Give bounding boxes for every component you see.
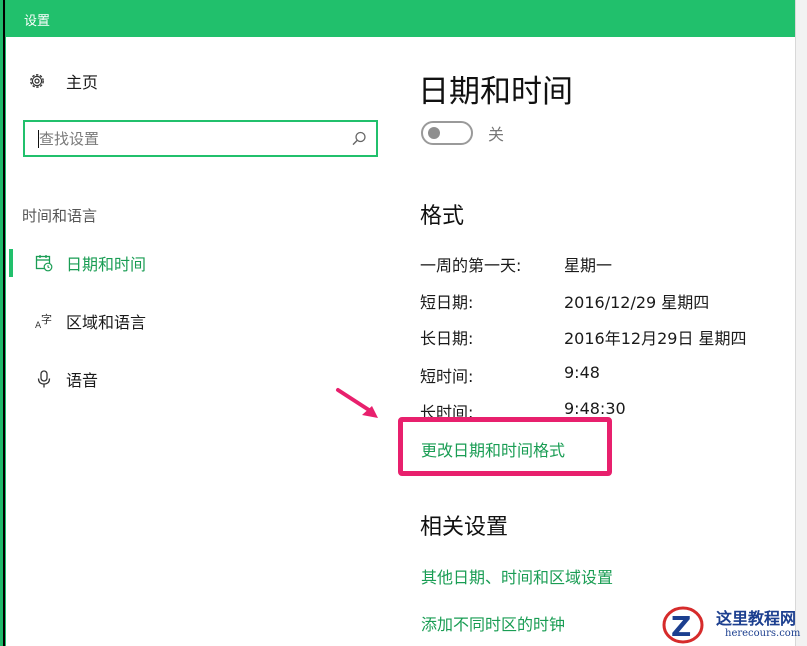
format-value: 2016/12/29 星期四 — [564, 293, 710, 312]
add-clocks-link[interactable]: 添加不同时区的时钟 — [421, 611, 565, 635]
toggle-knob — [428, 127, 440, 139]
watermark-text: 这里教程网 — [716, 609, 797, 628]
related-settings-heading: 相关设置 — [420, 515, 509, 540]
sidebar-item-region-language[interactable]: A 字 区域和语言 — [6, 306, 376, 336]
svg-text:Z: Z — [671, 610, 691, 643]
toggle-state-label: 关 — [488, 125, 505, 144]
sidebar-item-speech[interactable]: 语音 — [6, 364, 376, 394]
search-input[interactable] — [39, 129, 339, 149]
watermark-logo: Z — [662, 606, 704, 644]
format-value: 9:48:30 — [564, 399, 626, 418]
active-indicator — [9, 249, 13, 277]
other-date-time-region-settings-link[interactable]: 其他日期、时间和区域设置 — [421, 564, 613, 588]
window-right-edge — [795, 0, 807, 646]
format-key: 长日期: — [420, 329, 474, 348]
auto-time-toggle-row: 关 — [421, 121, 504, 145]
section-label-time-language: 时间和语言 — [22, 207, 98, 225]
format-value: 2016年12月29日 星期四 — [564, 329, 747, 348]
svg-text:字: 字 — [41, 312, 52, 326]
title-bar[interactable]: 设置 — [6, 0, 795, 37]
format-value: 星期一 — [564, 256, 613, 275]
sidebar-item-date-time[interactable]: 日期和时间 — [6, 248, 376, 278]
watermark-url: herecours.com — [725, 628, 801, 639]
format-value: 9:48 — [564, 363, 600, 382]
search-icon[interactable] — [350, 130, 368, 148]
gear-icon — [26, 70, 48, 92]
language-icon: A 字 — [32, 309, 56, 333]
format-key: 短日期: — [420, 293, 474, 312]
format-key: 短时间: — [420, 367, 474, 386]
page-title: 日期和时间 — [418, 74, 573, 110]
sidebar-item-label: 日期和时间 — [66, 255, 147, 274]
pointer-arrow — [336, 388, 378, 418]
settings-window: 设置 主页 时间和语言 — [0, 0, 807, 646]
change-date-time-format-link[interactable]: 更改日期和时间格式 — [421, 437, 565, 461]
calendar-clock-icon — [32, 251, 56, 275]
format-heading: 格式 — [420, 204, 465, 229]
sidebar-home[interactable]: 主页 — [26, 68, 98, 94]
home-label: 主页 — [66, 73, 99, 92]
sidebar-item-label: 语音 — [66, 371, 99, 390]
microphone-icon — [32, 367, 56, 391]
watermark: Z 这里教程网 herecours.com — [657, 603, 807, 646]
sidebar-item-label: 区域和语言 — [66, 313, 147, 332]
search-box[interactable] — [23, 120, 378, 157]
auto-time-toggle[interactable] — [421, 121, 473, 145]
format-key: 一周的第一天: — [420, 256, 522, 275]
window-title: 设置 — [24, 14, 51, 29]
